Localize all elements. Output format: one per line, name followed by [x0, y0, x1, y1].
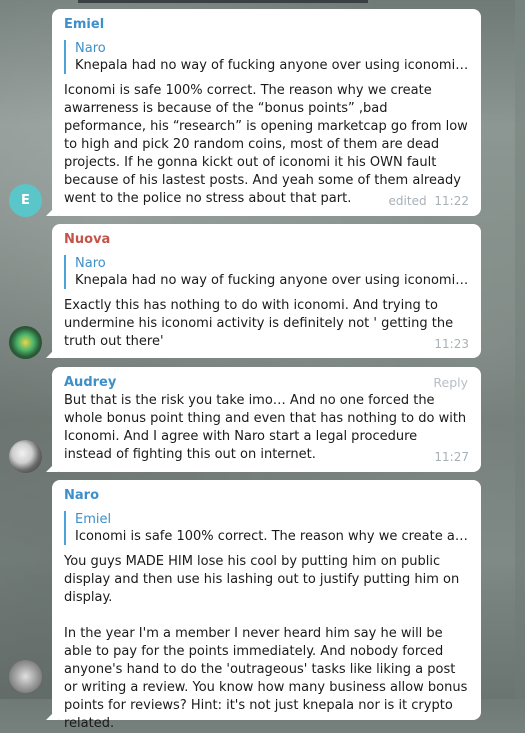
- avatar-naro[interactable]: [9, 660, 42, 693]
- quote-author: Emiel: [75, 512, 112, 527]
- message-time: 11:27: [434, 450, 469, 464]
- scrollbar-track[interactable]: [515, 0, 525, 699]
- quote-text: Iconomi is safe 100% correct. The reason…: [75, 529, 469, 544]
- message-time: 11:23: [434, 337, 469, 351]
- sender-name[interactable]: Nuova: [64, 231, 469, 249]
- sender-name[interactable]: Audrey: [64, 374, 469, 392]
- message-time: 11:22: [434, 194, 469, 208]
- quote-author: Naro: [75, 256, 106, 271]
- message-bubble-nuova[interactable]: Nuova Naro Knepala had no way of fucking…: [52, 224, 481, 358]
- quote-author: Naro: [75, 41, 106, 56]
- quote-text: Knepala had no way of fucking anyone ove…: [75, 273, 469, 288]
- avatar-letter: E: [21, 193, 30, 208]
- avatar-emiel[interactable]: E: [9, 184, 42, 217]
- sender-name[interactable]: Emiel: [64, 16, 469, 34]
- reply-quote[interactable]: Emiel Iconomi is safe 100% correct. The …: [64, 511, 469, 545]
- message-text: You guys MADE HIM lose his cool by putti…: [64, 554, 468, 731]
- reply-quote[interactable]: Naro Knepala had no way of fucking anyon…: [64, 255, 469, 289]
- message-bubble-naro[interactable]: Naro Emiel Iconomi is safe 100% correct.…: [52, 480, 481, 731]
- reply-button[interactable]: Reply: [433, 375, 468, 390]
- avatar-audrey[interactable]: [9, 440, 42, 473]
- message-text: Iconomi is safe 100% correct. The reason…: [64, 83, 468, 206]
- sender-name[interactable]: Naro: [64, 487, 469, 505]
- avatar-nuova[interactable]: [9, 326, 42, 359]
- message-bubble-audrey[interactable]: Audrey Reply But that is the risk you ta…: [52, 367, 481, 472]
- reply-quote[interactable]: Naro Knepala had no way of fucking anyon…: [64, 40, 469, 74]
- message-bubble-emiel[interactable]: Emiel Naro Knepala had no way of fucking…: [52, 9, 481, 216]
- edited-label: edited: [388, 194, 427, 208]
- quote-text: Knepala had no way of fucking anyone ove…: [75, 58, 469, 73]
- previous-message-edge: [78, 0, 368, 3]
